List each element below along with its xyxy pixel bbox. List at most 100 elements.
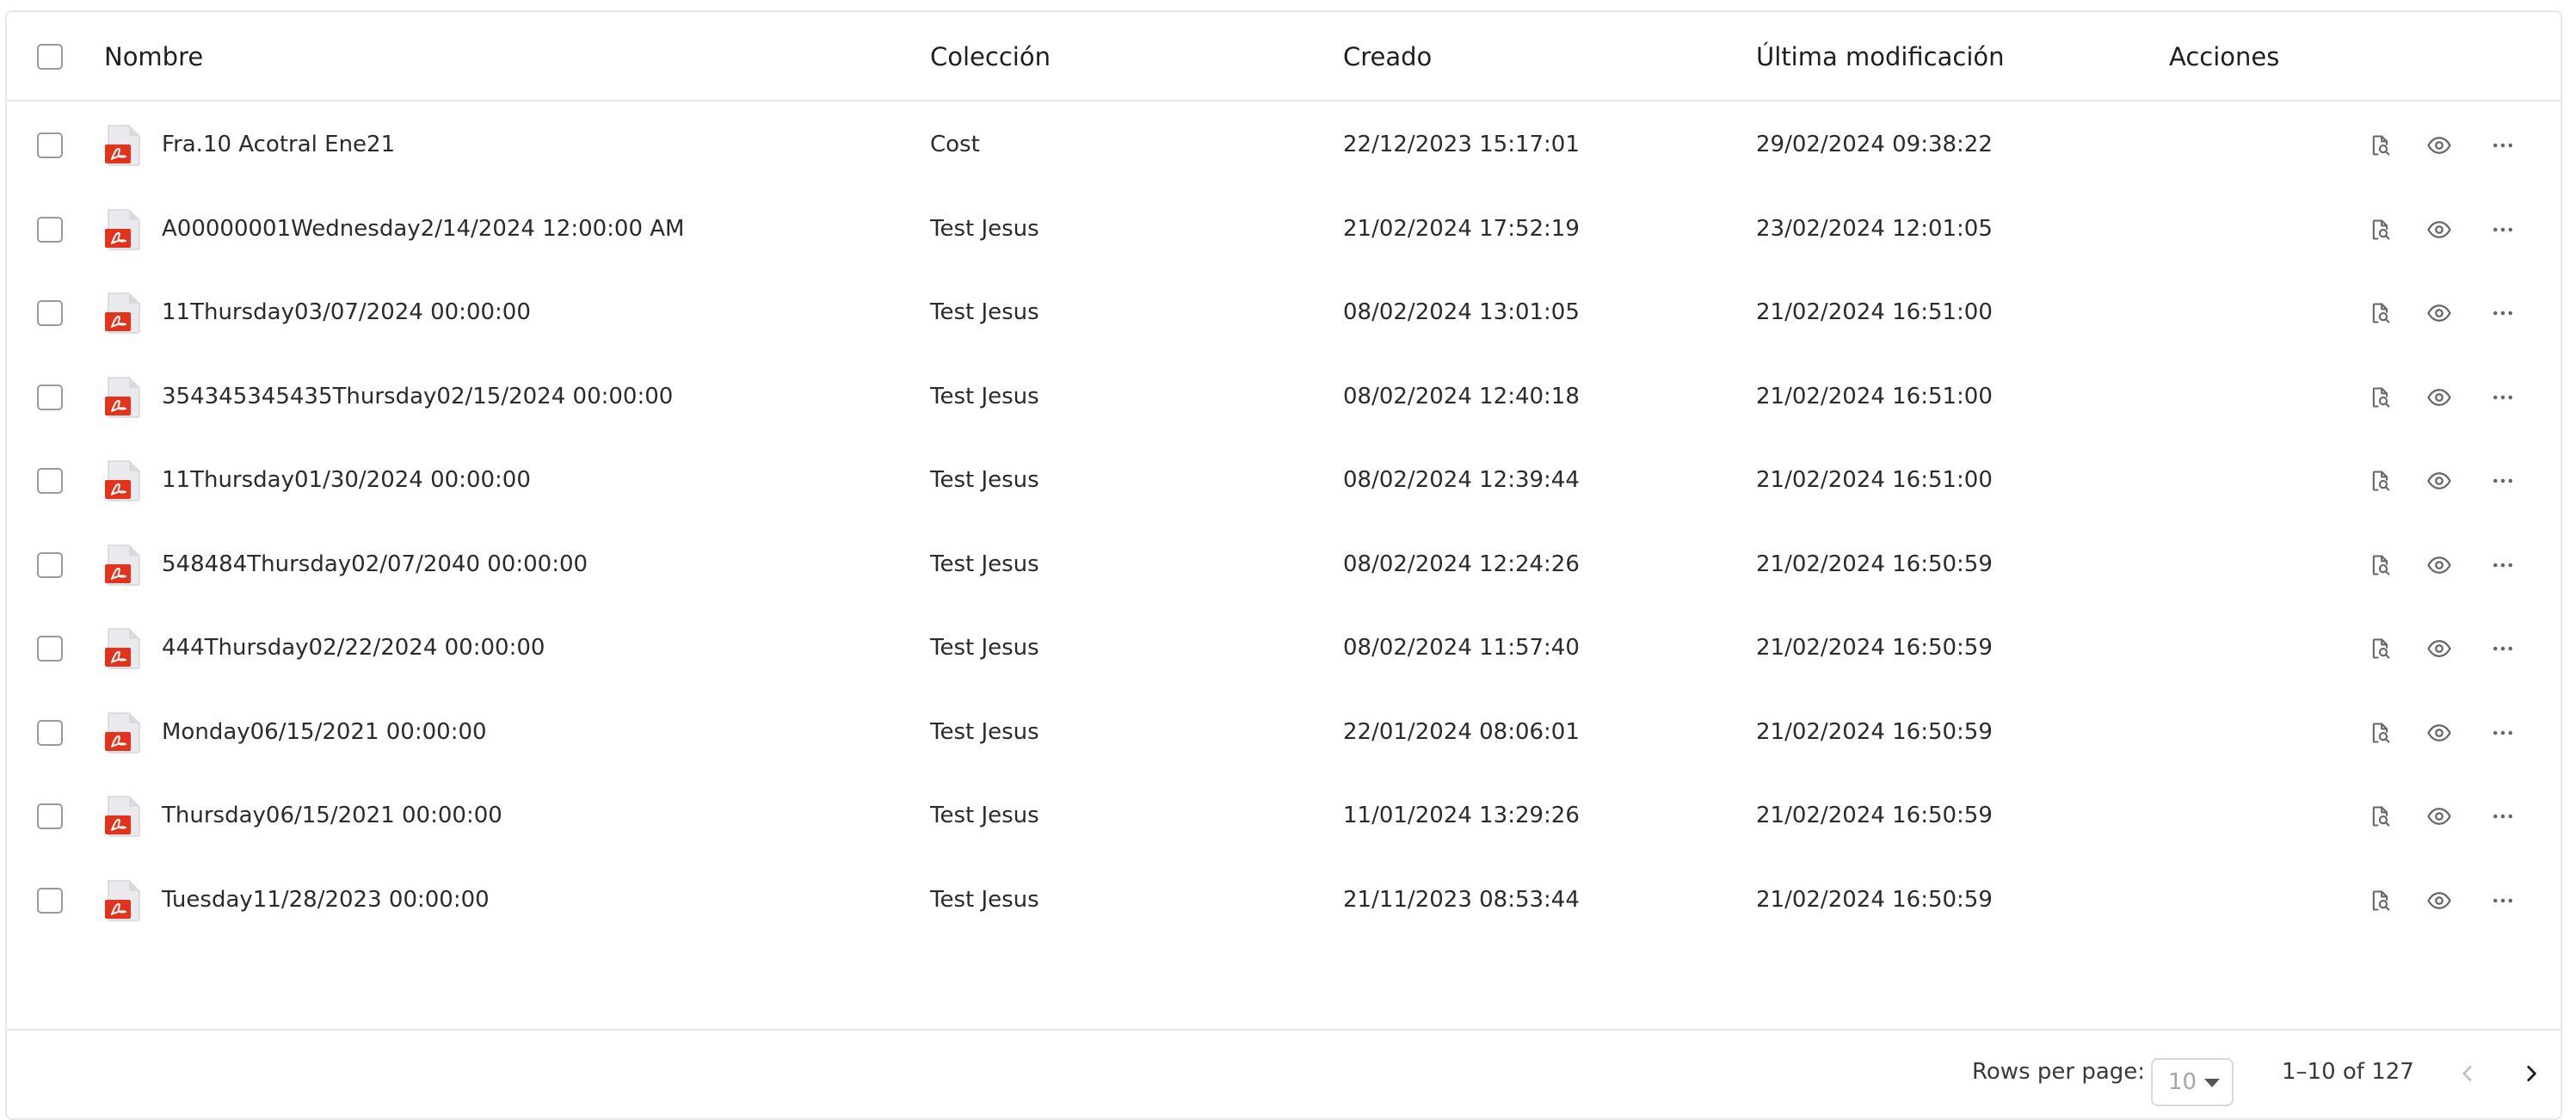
document-name[interactable]: 11Thursday03/07/2024 00:00:00 <box>162 271 531 354</box>
eye-icon[interactable] <box>2423 465 2456 497</box>
eye-icon[interactable] <box>2423 717 2456 749</box>
document-name[interactable]: 11Thursday01/30/2024 00:00:00 <box>162 439 531 522</box>
document-name[interactable]: 444Thursday02/22/2024 00:00:00 <box>162 606 545 690</box>
documents-table-panel: Nombre Colección Creado Última modificac… <box>5 10 2562 1120</box>
table-row[interactable]: 354345345435Thursday02/15/2024 00:00:00 T… <box>7 355 2561 439</box>
document-created: 21/11/2023 08:53:44 <box>1343 886 1580 913</box>
chevron-left-icon[interactable] <box>2450 1056 2485 1091</box>
column-header-name[interactable]: Nombre <box>104 12 203 102</box>
table-row[interactable]: A00000001Wednesday2/14/2024 12:00:00 AM T… <box>7 188 2561 271</box>
document-name[interactable]: 548484Thursday02/07/2040 00:00:00 <box>162 523 588 606</box>
column-header-created[interactable]: Creado <box>1343 12 1432 102</box>
eye-icon[interactable] <box>2423 129 2456 162</box>
more-horizontal-icon[interactable] <box>2487 129 2519 162</box>
more-horizontal-icon[interactable] <box>2487 800 2519 833</box>
file-search-icon[interactable] <box>2364 213 2397 246</box>
pdf-file-icon <box>103 879 143 922</box>
eye-icon[interactable] <box>2423 213 2456 246</box>
document-collection: Test Jesus <box>930 803 1039 828</box>
rows-per-page-label: Rows per page: <box>1972 1059 2146 1085</box>
eye-icon[interactable] <box>2423 632 2456 665</box>
eye-icon[interactable] <box>2423 884 2456 917</box>
row-checkbox[interactable] <box>37 551 63 578</box>
document-modified: 21/02/2024 16:50:59 <box>1756 886 1993 913</box>
row-checkbox[interactable] <box>37 636 63 662</box>
eye-icon[interactable] <box>2423 549 2456 582</box>
document-name[interactable]: Thursday06/15/2021 00:00:00 <box>162 774 502 858</box>
row-checkbox[interactable] <box>37 216 63 243</box>
table-row[interactable]: 11Thursday03/07/2024 00:00:00 Test Jesus 0… <box>7 271 2561 354</box>
eye-icon[interactable] <box>2423 800 2456 833</box>
document-created: 22/01/2024 08:06:01 <box>1343 718 1580 745</box>
document-name[interactable]: Fra.10 Acotral Ene21 <box>162 103 395 187</box>
document-modified: 21/02/2024 16:51:00 <box>1756 467 1993 493</box>
table-row[interactable]: Fra.10 Acotral Ene21 Cost 22/12/2023 15:17… <box>7 103 2561 187</box>
row-checkbox[interactable] <box>37 887 63 914</box>
pdf-file-icon <box>103 544 143 587</box>
eye-icon[interactable] <box>2423 381 2456 414</box>
pagination-range: 1–10 of 127 <box>2282 1059 2414 1085</box>
chevron-right-icon[interactable] <box>2514 1056 2548 1091</box>
document-collection: Test Jesus <box>930 551 1039 577</box>
pdf-file-icon <box>103 376 143 419</box>
document-created: 22/12/2023 15:17:01 <box>1343 132 1580 157</box>
pdf-file-icon <box>103 292 143 335</box>
table-row[interactable]: Monday06/15/2021 00:00:00 Test Jesus 22/01… <box>7 691 2561 774</box>
file-search-icon[interactable] <box>2364 884 2397 917</box>
more-horizontal-icon[interactable] <box>2487 297 2519 329</box>
document-modified: 29/02/2024 09:38:22 <box>1756 132 1993 157</box>
row-checkbox[interactable] <box>37 384 63 410</box>
eye-icon[interactable] <box>2423 297 2456 329</box>
pagination-bar: Rows per page: 10 1–10 of 127 <box>7 1029 2561 1115</box>
document-created: 21/02/2024 17:52:19 <box>1343 215 1580 242</box>
more-horizontal-icon[interactable] <box>2487 884 2519 917</box>
document-name[interactable]: Tuesday11/28/2023 00:00:00 <box>162 858 490 942</box>
pdf-file-icon <box>103 795 143 838</box>
document-modified: 21/02/2024 16:51:00 <box>1756 383 1993 409</box>
file-search-icon[interactable] <box>2364 632 2397 665</box>
row-checkbox[interactable] <box>37 132 63 158</box>
more-horizontal-icon[interactable] <box>2487 381 2519 414</box>
more-horizontal-icon[interactable] <box>2487 465 2519 497</box>
table-row[interactable]: 548484Thursday02/07/2040 00:00:00 Test Je… <box>7 523 2561 606</box>
more-horizontal-icon[interactable] <box>2487 213 2519 246</box>
rows-per-page-value: 10 <box>2168 1069 2197 1095</box>
column-header-collection[interactable]: Colección <box>930 12 1051 102</box>
select-all-checkbox[interactable] <box>37 44 63 70</box>
document-name[interactable]: Monday06/15/2021 00:00:00 <box>162 691 487 774</box>
file-search-icon[interactable] <box>2364 549 2397 582</box>
table-row[interactable]: Thursday06/15/2021 00:00:00 Test Jesus 11/… <box>7 774 2561 858</box>
file-search-icon[interactable] <box>2364 381 2397 414</box>
document-collection: Test Jesus <box>930 383 1039 409</box>
document-modified: 21/02/2024 16:50:59 <box>1756 551 1993 577</box>
document-name[interactable]: A00000001Wednesday2/14/2024 12:00:00 AM <box>162 188 684 271</box>
more-horizontal-icon[interactable] <box>2487 549 2519 582</box>
file-search-icon[interactable] <box>2364 717 2397 749</box>
document-collection: Test Jesus <box>930 299 1039 325</box>
table-header: Nombre Colección Creado Última modificac… <box>7 12 2561 102</box>
file-search-icon[interactable] <box>2364 297 2397 329</box>
table-row[interactable]: 444Thursday02/22/2024 00:00:00 Test Jesus… <box>7 606 2561 690</box>
row-checkbox[interactable] <box>37 300 63 326</box>
document-modified: 21/02/2024 16:50:59 <box>1756 718 1993 745</box>
document-collection: Test Jesus <box>930 886 1039 913</box>
document-name[interactable]: 354345345435Thursday02/15/2024 00:00:00 <box>162 355 673 439</box>
row-checkbox[interactable] <box>37 468 63 494</box>
document-collection: Test Jesus <box>930 215 1039 242</box>
document-created: 08/02/2024 11:57:40 <box>1343 635 1580 661</box>
column-header-modified[interactable]: Última modificación <box>1756 12 2005 102</box>
file-search-icon[interactable] <box>2364 465 2397 497</box>
document-created: 08/02/2024 12:39:44 <box>1343 467 1580 493</box>
file-search-icon[interactable] <box>2364 129 2397 162</box>
file-search-icon[interactable] <box>2364 800 2397 833</box>
row-checkbox[interactable] <box>37 719 63 746</box>
more-horizontal-icon[interactable] <box>2487 632 2519 665</box>
more-horizontal-icon[interactable] <box>2487 717 2519 749</box>
table-row[interactable]: Tuesday11/28/2023 00:00:00 Test Jesus 21/1… <box>7 858 2561 942</box>
table-row[interactable]: 11Thursday01/30/2024 00:00:00 Test Jesus 0… <box>7 439 2561 522</box>
document-created: 08/02/2024 12:24:26 <box>1343 551 1580 577</box>
pdf-file-icon <box>103 711 143 754</box>
document-created: 08/02/2024 12:40:18 <box>1343 383 1580 409</box>
document-created: 11/01/2024 13:29:26 <box>1343 803 1580 828</box>
row-checkbox[interactable] <box>37 803 63 829</box>
